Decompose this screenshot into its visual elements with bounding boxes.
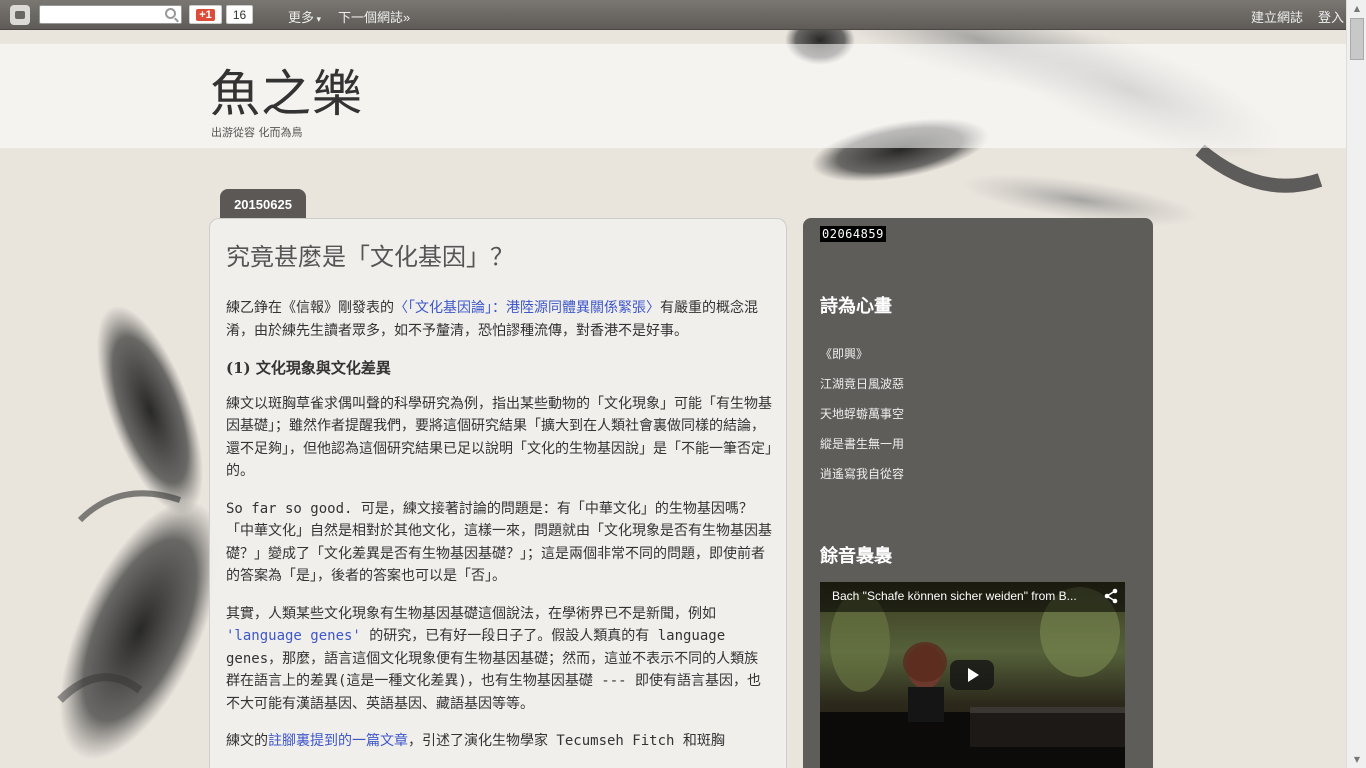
poem-line: 江湖竟日風波惡 [820,377,905,391]
share-icon[interactable] [1103,588,1119,604]
poem-line: 縱是書生無一用 [820,437,905,451]
search-icon[interactable] [165,8,176,19]
language-genes-link[interactable]: 'language genes' [226,628,361,644]
google-plus-one-button[interactable]: +1 [189,5,222,24]
paragraph-3: So far so good. 可是，練文接著討論的問題是：有「中華文化」的生物… [226,500,772,585]
poem-line: 逍遙寫我自從容 [820,467,905,481]
chevron-down-icon: ▾ [314,14,322,24]
next-blog-link[interactable]: 下一個網誌» [338,7,410,26]
login-link[interactable]: 登入 [1318,7,1344,26]
video-title[interactable]: Bach "Schafe können sicher weiden" from … [832,589,1102,603]
article-link[interactable]: 〈「文化基因論」：港陸源同體異關係緊張〉 [394,300,660,316]
scroll-down-arrow-icon[interactable]: ▼ [1347,751,1366,768]
paragraph-5: 練文的註腳裏提到的一篇文章，引述了演化生物學家 Tecumseh Fitch 和… [226,730,772,753]
paragraph-2: 練文以斑胸草雀求偶叫聲的科學研究為例，指出某些動物的「文化現象」可能「有生物基因… [226,395,772,480]
poem-line: 《即興》 [820,347,869,361]
poem-line: 天地蜉蝣萬事空 [820,407,905,421]
post-date-tab: 20150625 [220,189,306,219]
search-input[interactable] [39,5,182,24]
paragraph-text: ，引述了演化生物學家 Tecumseh Fitch 和斑胸 [408,733,725,749]
blogger-logo-icon[interactable] [10,5,30,25]
scrollbar-thumb[interactable] [1350,18,1364,60]
more-label: 更多 [288,10,315,25]
sidebar: 02064859 詩為心畫 《即興》 江湖竟日風波惡 天地蜉蝣萬事空 縱是書生無… [803,218,1153,768]
section-heading: (1) 文化現象與文化差異 [226,359,391,377]
youtube-video-embed[interactable]: Bach "Schafe können sicher weiden" from … [820,582,1125,768]
play-icon [968,668,979,682]
post-container: 究竟甚麼是「文化基因」？ 練乙錚在《信報》剛發表的〈「文化基因論」：港陸源同體異… [209,218,787,768]
play-button[interactable] [950,660,994,690]
paragraph-4: 其實，人類某些文化現象有生物基因基礎這個說法，在學術界已不是新聞，例如 'lan… [226,603,772,716]
blogger-navbar: +1 16 更多 ▾ 下一個網誌» 建立網誌 登入 [0,0,1346,30]
music-heading: 餘音裊裊 [820,546,892,567]
blog-description: 出游從容 化而為鳥 [211,126,303,139]
plusone-count: 16 [226,5,253,24]
paragraph-1: 練乙錚在《信報》剛發表的〈「文化基因論」：港陸源同體異關係緊張〉有嚴重的概念混淆… [226,297,772,342]
post-body: 練乙錚在《信報》剛發表的〈「文化基因論」：港陸源同體異關係緊張〉有嚴重的概念混淆… [226,297,772,768]
poem-heading: 詩為心畫 [820,296,892,317]
video-title-bar: Bach "Schafe können sicher weiden" from … [820,582,1125,612]
post-title[interactable]: 究竟甚麼是「文化基因」？ [226,237,514,272]
blog-title[interactable]: 魚之樂 [210,54,363,126]
paragraph-text: 其實，人類某些文化現象有生物基因基礎這個說法，在學術界已不是新聞，例如 [226,605,716,622]
scroll-up-arrow-icon[interactable]: ▲ [1347,0,1366,17]
more-menu-button[interactable]: 更多 ▾ [288,7,321,26]
paragraph-text: 練乙錚在《信報》剛發表的 [226,300,394,316]
create-blog-link[interactable]: 建立網誌 [1251,7,1303,26]
paragraph-text: 練文的 [226,733,268,749]
footnote-article-link[interactable]: 註腳裏提到的一篇文章 [268,733,408,749]
header-band [0,44,1346,148]
plusone-label: +1 [196,8,215,21]
visitor-counter: 02064859 [820,226,886,242]
page-scrollbar[interactable]: ▲ ▼ [1346,0,1366,768]
